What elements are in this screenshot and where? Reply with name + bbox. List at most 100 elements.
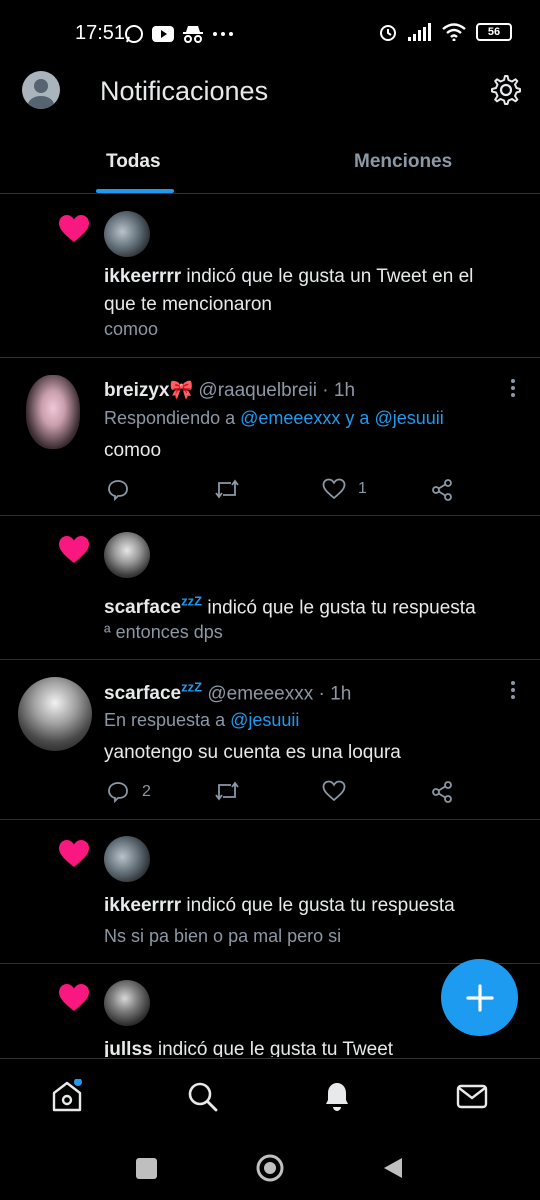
more-options-icon[interactable] [510, 680, 516, 700]
notification-action: indicó que le gusta tu Tweet [152, 1039, 394, 1057]
tab-mentions[interactable]: Menciones [354, 151, 452, 173]
profile-avatar[interactable] [22, 71, 60, 109]
more-options-icon[interactable] [510, 378, 516, 398]
tweet-snippet: Ns si pa bien o pa mal pero si [104, 926, 342, 946]
username[interactable]: ikkeerrrr [104, 266, 181, 287]
like-button[interactable]: 1 [322, 478, 367, 500]
reply-button[interactable] [106, 478, 130, 502]
notification-text: ikkeerrrr indicó que le gusta tu respues… [104, 892, 510, 920]
settings-gear-icon[interactable] [490, 74, 522, 106]
youtube-icon [152, 26, 174, 42]
tweet-text: comoo [104, 440, 162, 461]
heart-icon [59, 215, 89, 242]
heart-outline-icon [322, 478, 346, 500]
display-name-text: scarface [104, 683, 182, 705]
share-button[interactable] [430, 478, 454, 502]
incognito-icon [183, 26, 203, 43]
signal-icon [408, 23, 431, 41]
notification-text: scarfacezzZ indicó que le gusta tu respu… [104, 588, 510, 622]
username-text: scarface [104, 597, 182, 619]
status-time: 17:51 [75, 22, 126, 44]
like-button[interactable] [322, 780, 346, 802]
notification-like[interactable]: ikkeerrrr indicó que le gusta un Tweet e… [0, 195, 540, 358]
reply-icon [108, 480, 128, 502]
notification-feed[interactable]: ikkeerrrr indicó que le gusta un Tweet e… [0, 195, 540, 1057]
avatar[interactable] [104, 532, 150, 578]
mention-link[interactable]: @jesuuii [230, 710, 299, 730]
bottom-navigation [0, 1058, 540, 1136]
status-left-icons [124, 24, 234, 44]
reply-context: Respondiendo a @emeeexxx y a @jesuuii [104, 408, 444, 429]
heart-icon [59, 536, 89, 563]
tweet-reply[interactable]: scarfacezzZ @emeeexxx · 1h En respuesta … [0, 660, 540, 820]
notification-action: indicó que le gusta tu respuesta [202, 597, 476, 619]
heart-outline-icon [322, 780, 346, 802]
wifi-icon [442, 23, 466, 41]
reply-and: y a [340, 408, 375, 428]
tweet-header: breizyx🎀 @raaquelbreii · 1h [104, 378, 355, 402]
tab-all[interactable]: Todas [106, 151, 161, 173]
page-title: Notificaciones [100, 76, 269, 106]
share-icon [432, 781, 452, 803]
default-avatar-icon [28, 79, 54, 109]
avatar[interactable] [18, 677, 92, 751]
reply-count: 2 [142, 783, 151, 800]
mention-link[interactable]: @jesuuii [374, 408, 443, 428]
notification-action: indicó que le gusta tu respuesta [181, 895, 455, 916]
tweet-reply[interactable]: breizyx🎀 @raaquelbreii · 1h Respondiendo… [0, 358, 540, 516]
username-suffix: zzZ [181, 594, 203, 609]
username[interactable]: ikkeerrrr [104, 895, 181, 916]
avatar[interactable] [104, 211, 150, 257]
recent-apps-button[interactable] [136, 1158, 157, 1179]
alarm-icon [380, 25, 396, 41]
compose-tweet-button[interactable] [441, 959, 518, 1036]
system-navigation-bar [0, 1136, 540, 1200]
active-tab-indicator [96, 189, 174, 193]
avatar[interactable] [26, 375, 80, 449]
reply-context: En respuesta a @jesuuii [104, 710, 299, 731]
notification-tabs: Todas Menciones [0, 134, 540, 194]
notifications-bell-icon[interactable] [320, 1079, 354, 1113]
handle-time: @emeeexxx · 1h [207, 683, 352, 705]
battery-indicator: 56 [476, 23, 512, 41]
tweet-actions: 2 [104, 780, 464, 810]
header: Notificaciones [0, 66, 540, 126]
messages-mail-icon[interactable] [455, 1079, 489, 1113]
tweet-text: yanotengo su cuenta es una loqura [104, 742, 401, 763]
display-name[interactable]: scarfacezzZ [104, 680, 203, 705]
tweet-header: scarfacezzZ @emeeexxx · 1h [104, 680, 351, 705]
whatsapp-icon [125, 25, 143, 43]
home-button[interactable] [256, 1154, 284, 1182]
reply-button[interactable]: 2 [106, 780, 151, 804]
notification-like[interactable]: ikkeerrrr indicó que le gusta tu respues… [0, 820, 540, 964]
username[interactable]: jullss [104, 1039, 153, 1057]
retweet-button[interactable] [214, 478, 240, 500]
status-bar: 17:51 56 [0, 0, 540, 66]
notification-text: jullss indicó que le gusta tu Tweet [104, 1036, 510, 1057]
reply-prefix: En respuesta a [104, 710, 231, 730]
plus-icon [465, 983, 494, 1012]
more-notifications-icon [213, 32, 233, 36]
share-button[interactable] [430, 780, 454, 804]
display-name[interactable]: breizyx🎀 [104, 380, 193, 401]
share-icon [432, 479, 452, 501]
like-count: 1 [358, 480, 367, 497]
status-right-icons: 56 [378, 22, 512, 42]
display-name-suffix: zzZ [181, 680, 203, 695]
notification-text: ikkeerrrr indicó que le gusta un Tweet e… [104, 263, 510, 319]
heart-icon [59, 984, 89, 1011]
reply-prefix: Respondiendo a [104, 408, 241, 428]
retweet-button[interactable] [214, 780, 240, 802]
avatar[interactable] [104, 980, 150, 1026]
reply-icon [108, 782, 128, 804]
search-icon[interactable] [185, 1079, 219, 1113]
back-button[interactable] [382, 1156, 404, 1180]
tweet-snippet: ª entonces dps [104, 622, 223, 642]
heart-icon [59, 840, 89, 867]
notification-like[interactable]: scarfacezzZ indicó que le gusta tu respu… [0, 516, 540, 660]
mention-link[interactable]: @emeeexxx [240, 408, 340, 428]
username[interactable]: scarfacezzZ [104, 594, 203, 619]
avatar[interactable] [104, 836, 150, 882]
handle-time: @raaquelbreii · 1h [198, 380, 356, 401]
home-icon[interactable] [50, 1079, 84, 1113]
